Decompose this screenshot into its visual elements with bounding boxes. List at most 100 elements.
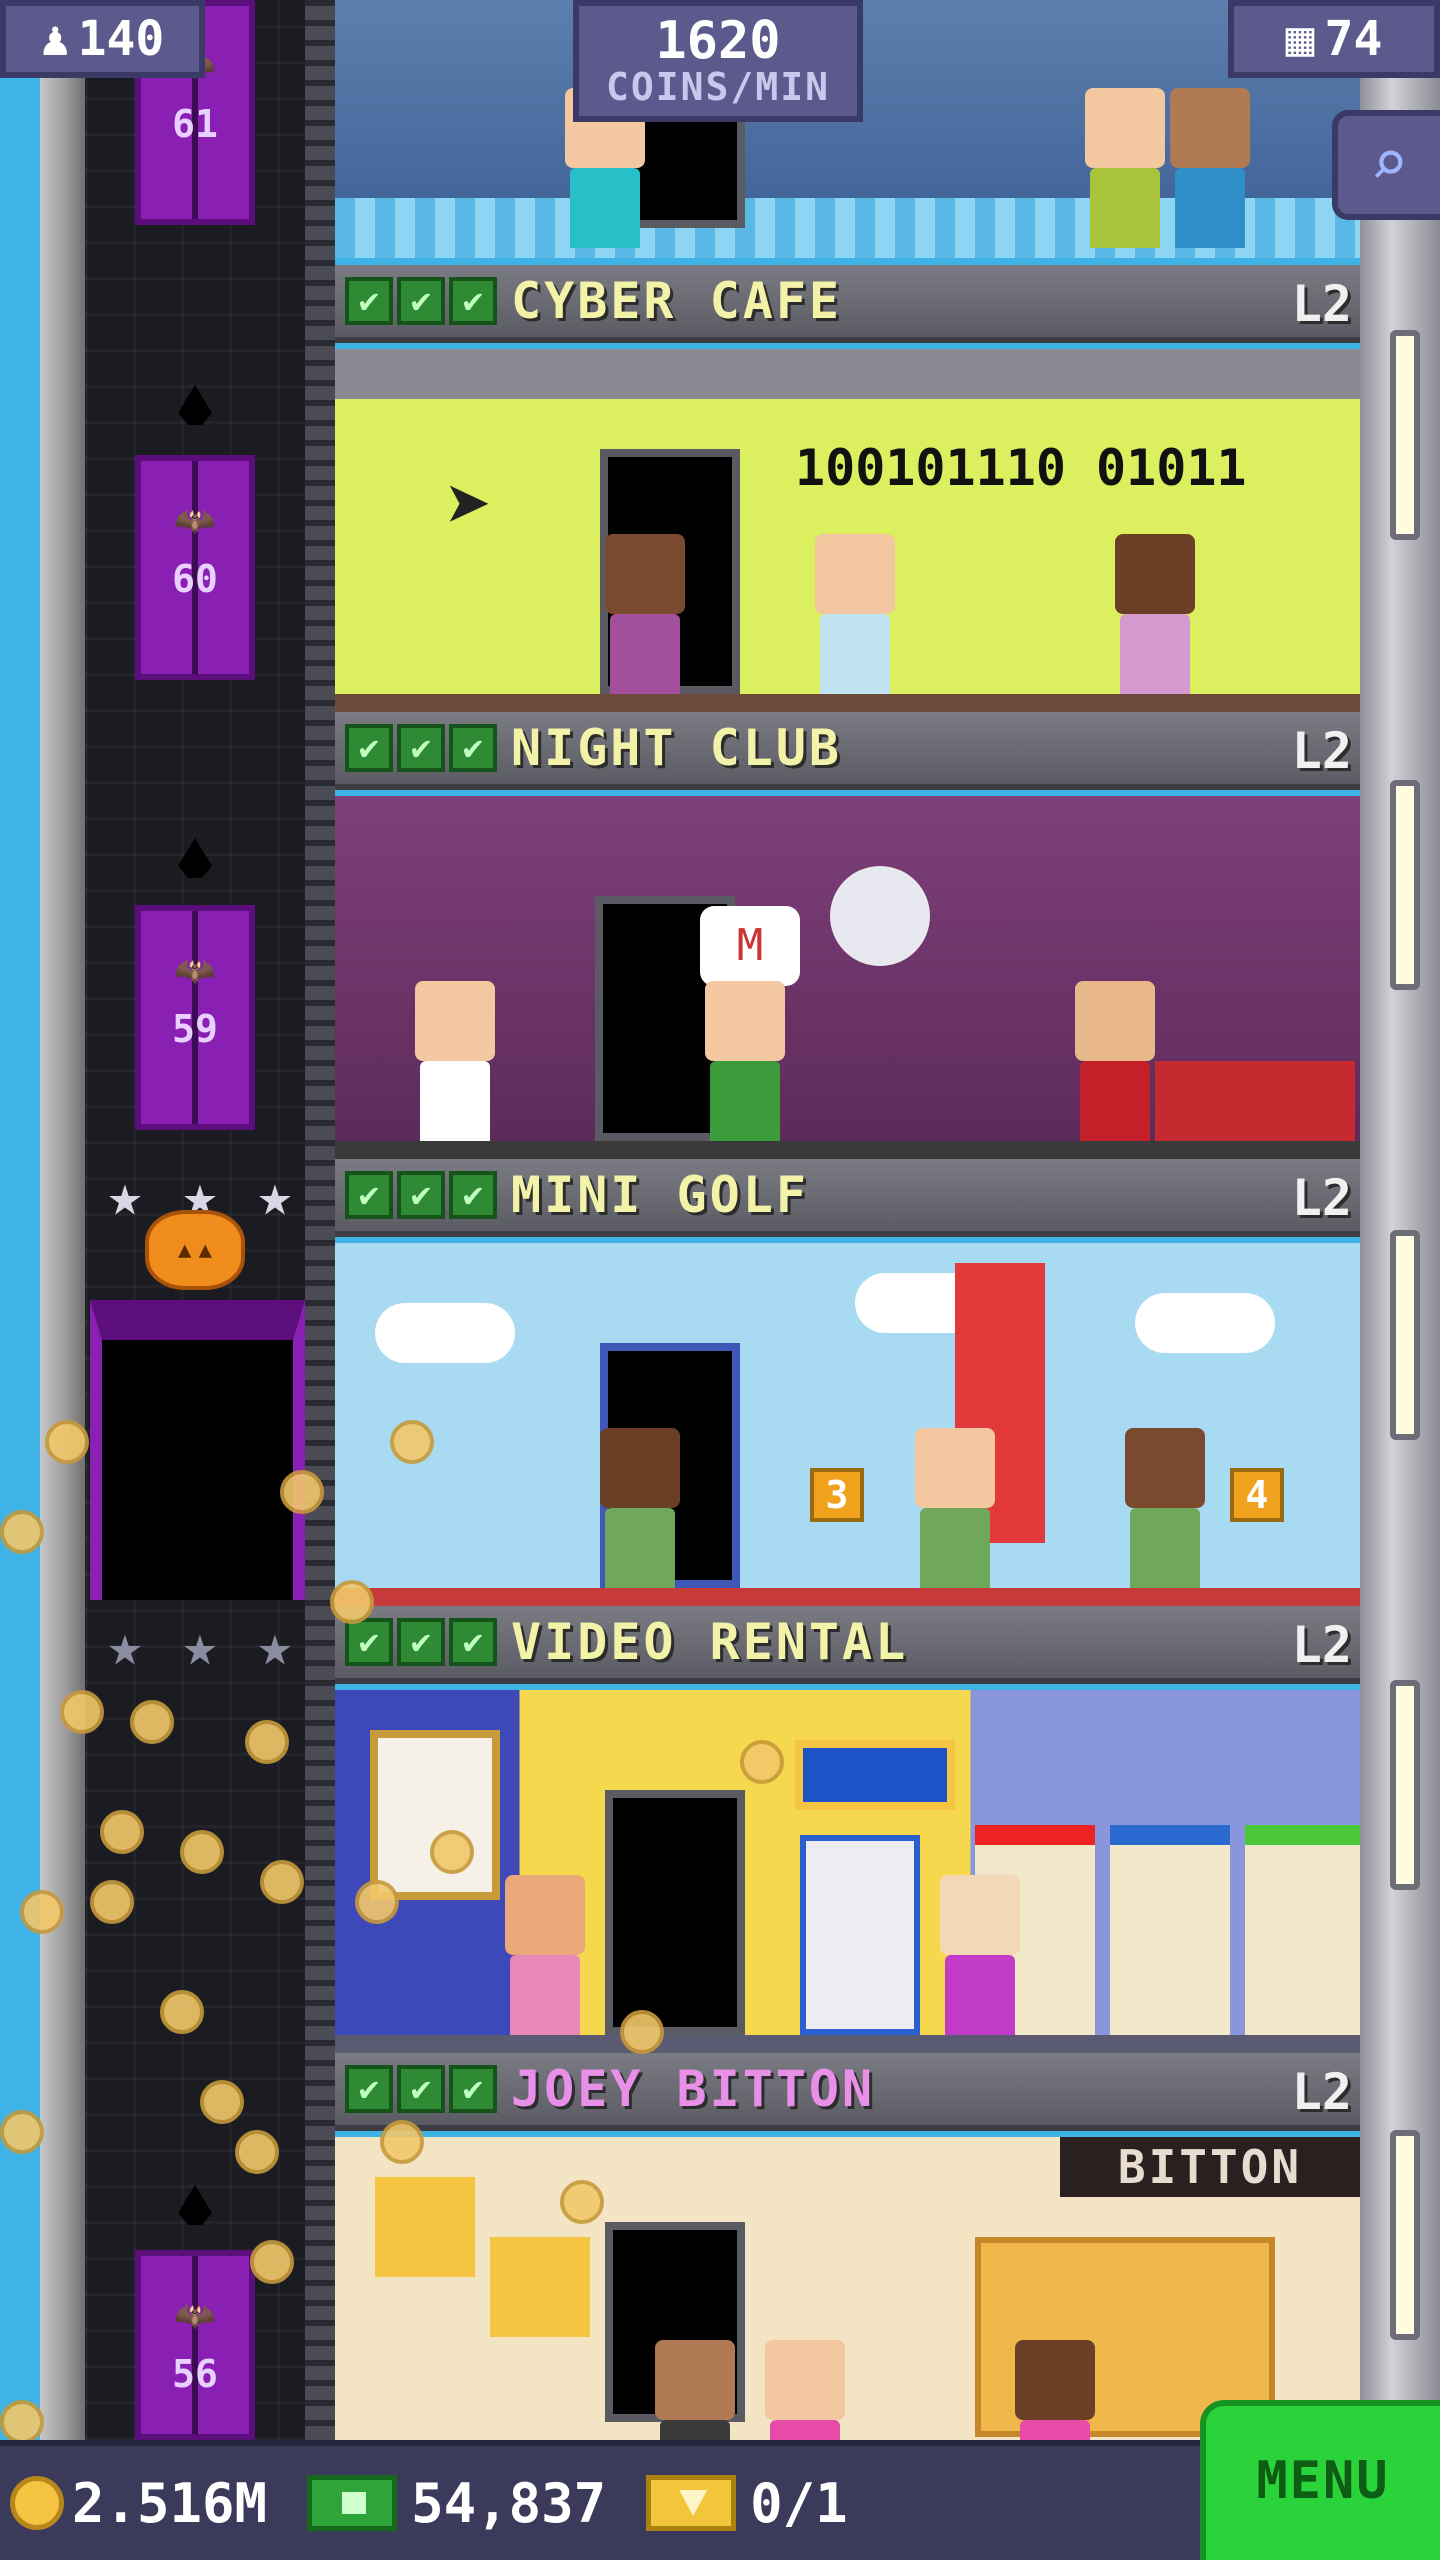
star-icon: ★ [107,1161,143,1229]
elevator-floor-number: 59 [172,1007,218,1051]
falling-coin-icon [0,1510,44,1554]
bitizen[interactable] [505,1875,585,2035]
check-icon: ✔ [397,277,445,325]
floor-video-rental[interactable]: ✔ ✔ ✔ VIDEO RENTAL L2 [335,1606,1360,2053]
bitizen[interactable] [915,1428,995,1588]
bux-total[interactable]: 54,837 [307,2472,606,2535]
population-counter[interactable]: ♟ 140 [0,0,205,78]
falling-coin-icon [235,2130,279,2174]
elevator-stars: ★ ★ ★ [95,1615,305,1675]
floor-joey-bitton[interactable]: ✔ ✔ ✔ JOEY BITTON L2 BITTON [335,2053,1360,2440]
falling-coin-icon [45,1420,89,1464]
floor-mini-golf[interactable]: ✔ ✔ ✔ MINI GOLF L2 3 4 [335,1159,1360,1606]
room-floor [335,694,1360,712]
bitizen[interactable] [1085,88,1165,248]
elevator-door[interactable]: 🦇 60 [135,455,255,680]
bitizen[interactable] [765,2340,845,2440]
tickets-value: 0/1 [750,2471,848,2535]
handbag-display [375,2177,475,2277]
floor-name: MINI GOLF [511,1166,809,1224]
bux-icon [307,2475,398,2531]
bitizen[interactable] [705,981,785,1141]
elevator-floor-number: 60 [172,557,218,601]
elevator-floor-number: 61 [172,102,218,146]
check-icon: ✔ [345,2065,393,2113]
zoom-button[interactable]: ⌕ [1332,110,1440,220]
room-ceiling [335,349,1360,399]
floor-header: ✔ ✔ ✔ NIGHT CLUB L2 [335,712,1360,790]
stock-checks: ✔ ✔ ✔ [345,724,497,772]
falling-coin-icon [390,1420,434,1464]
falling-coin-icon [60,1690,104,1734]
floor-level: L2 [1291,2063,1352,2121]
check-icon: ✔ [449,1171,497,1219]
room-floor [335,1588,1360,1606]
thought-bubble-icon: M [700,906,800,986]
coins-total[interactable]: 2.516M [10,2472,267,2535]
floor-level: L2 [1291,722,1352,780]
falling-coin-icon [200,2080,244,2124]
falling-coin-icon [160,1990,204,2034]
elevator-door[interactable]: 🦇 56 [135,2250,255,2440]
sofa [1155,1061,1355,1141]
elevator-car[interactable] [90,1300,305,1600]
disco-ball-icon [830,866,930,966]
bitizen[interactable] [655,2340,735,2440]
bitizen[interactable] [600,1428,680,1588]
room-interior: M [335,796,1360,1159]
video-shelf [1245,1825,1360,2035]
coins-per-min-value: 1620 [655,10,781,71]
floor-name: JOEY BITTON [511,2060,876,2118]
tower-window [1390,1680,1420,1890]
check-icon: ✔ [449,1618,497,1666]
floor-count-value: 74 [1324,11,1383,67]
elevator-door[interactable]: 🦇 59 [135,905,255,1130]
bitizen[interactable] [1125,1428,1205,1588]
tickets-total[interactable]: 0/1 [646,2472,848,2535]
bitizen[interactable] [1115,534,1195,694]
stock-checks: ✔ ✔ ✔ [345,277,497,325]
bitizen[interactable] [1075,981,1155,1141]
check-icon: ✔ [397,2065,445,2113]
bitizen[interactable] [605,534,685,694]
bitizen[interactable] [1015,2340,1095,2440]
bux-value: 54,837 [411,2471,607,2535]
check-icon: ✔ [449,724,497,772]
star-icon: ★ [182,1611,218,1679]
magnifier-icon: ⌕ [1369,127,1409,201]
video-shelf [1110,1825,1230,2035]
floor-level: L2 [1291,275,1352,333]
bitizen-icon: ♟ [40,11,70,67]
falling-coin-icon [560,2180,604,2224]
falling-coin-icon [20,1890,64,1934]
video-sign-icon [795,1740,955,1810]
falling-coin-icon [620,2010,664,2054]
check-icon: ✔ [449,277,497,325]
floor-counter[interactable]: ▦ 74 [1228,0,1440,78]
handbag-display [490,2237,590,2337]
stock-checks: ✔ ✔ ✔ [345,1618,497,1666]
falling-coin-icon [260,1860,304,1904]
falling-coin-icon [280,1470,324,1514]
bitizen[interactable] [1170,88,1250,248]
sky [0,0,40,2440]
ticket-icon [646,2475,737,2531]
check-icon: ✔ [345,1618,393,1666]
falling-coin-icon [355,1880,399,1924]
floor-header: ✔ ✔ ✔ CYBER CAFE L2 [335,265,1360,343]
star-icon: ★ [257,1611,293,1679]
bitizen[interactable] [815,534,895,694]
elevator-rail [305,0,335,2440]
coins-per-min-label: COINS/MIN [606,65,830,110]
elevator-floor-number: 56 [172,2352,218,2396]
floor-level: L2 [1291,1169,1352,1227]
bitizen[interactable] [415,981,495,1141]
cloud-icon [1135,1293,1275,1353]
check-icon: ✔ [345,277,393,325]
bitizen[interactable] [940,1875,1020,2035]
binary-sign: 100101110 01011 [795,439,1247,497]
menu-button[interactable]: MENU [1200,2400,1440,2560]
room-interior [335,1690,1360,2053]
floor-night-club[interactable]: ✔ ✔ ✔ NIGHT CLUB L2 M [335,712,1360,1159]
floor-cyber-cafe[interactable]: ✔ ✔ ✔ CYBER CAFE L2 100101110 01011 ➤ [335,265,1360,712]
